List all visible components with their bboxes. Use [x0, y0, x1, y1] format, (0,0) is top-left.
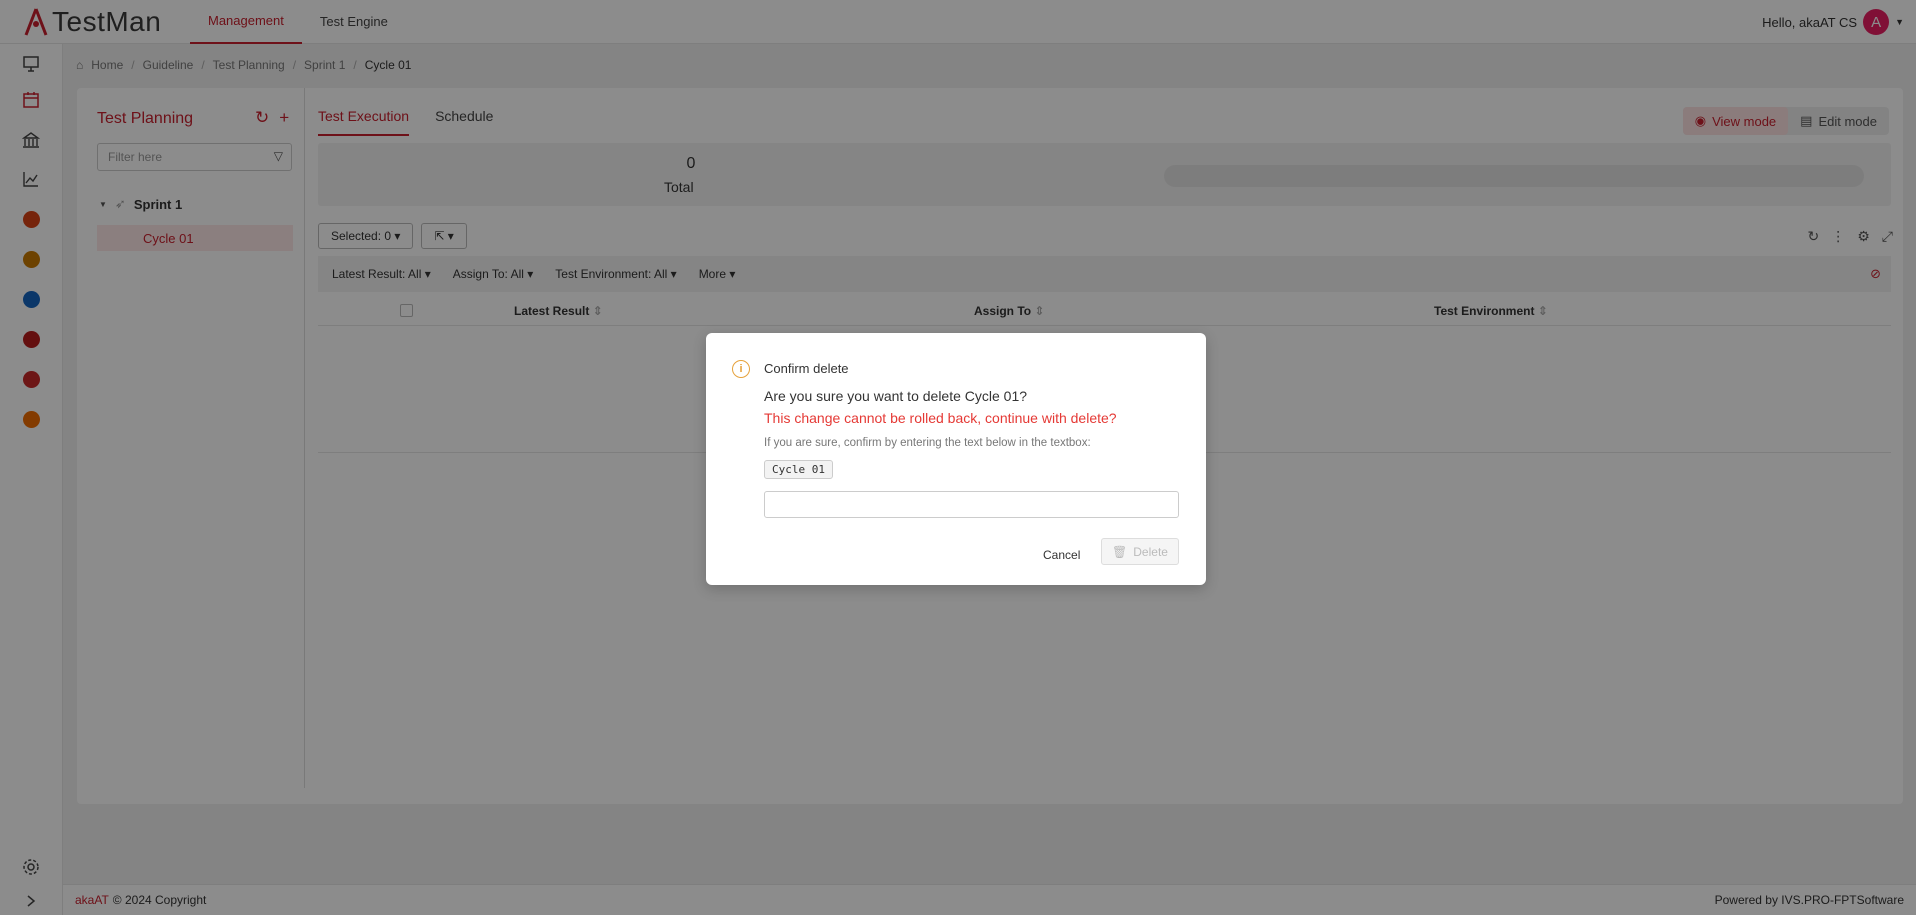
delete-button[interactable]: 🗑 Delete	[1101, 538, 1179, 565]
info-icon: i	[732, 360, 750, 378]
dialog-hint: If you are sure, confirm by entering the…	[764, 437, 1091, 449]
confirm-delete-dialog: i Confirm delete Are you sure you want t…	[706, 333, 1206, 585]
confirm-code: Cycle 01	[764, 460, 833, 479]
confirm-text-input[interactable]	[764, 491, 1179, 518]
dialog-warning: This change cannot be rolled back, conti…	[764, 410, 1117, 426]
delete-label: Delete	[1133, 544, 1168, 559]
dialog-question: Are you sure you want to delete Cycle 01…	[764, 388, 1028, 404]
dialog-title: Confirm delete	[764, 361, 849, 376]
cancel-button[interactable]: Cancel	[1039, 544, 1084, 566]
trash-icon: 🗑	[1112, 544, 1128, 559]
